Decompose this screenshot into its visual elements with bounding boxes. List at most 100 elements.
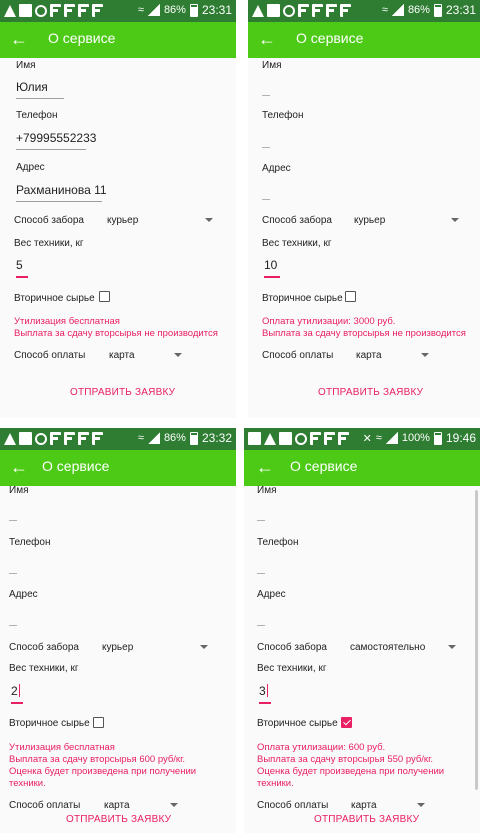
- wifi-icon: ≈: [375, 432, 382, 444]
- phone-field[interactable]: +79995552233: [16, 131, 96, 150]
- payment-label: Способ оплаты: [257, 800, 329, 811]
- warning-icon: [264, 432, 276, 445]
- chevron-down-icon[interactable]: [170, 803, 178, 807]
- payment-select[interactable]: карта: [109, 350, 135, 361]
- app-bar: ← О сервисе: [0, 450, 236, 486]
- app-f-icon: [64, 4, 75, 17]
- screenshot-collage: ≈86% 23:31 ← О сервисе Имя Юлия Телефон +…: [0, 0, 480, 833]
- address-field[interactable]: Рахманинова 11: [16, 183, 107, 202]
- phone-field[interactable]: [9, 573, 17, 574]
- signal-icon: [391, 4, 404, 16]
- address-field[interactable]: [257, 625, 265, 626]
- app-f-icon: [92, 432, 103, 445]
- app-bar: ← О сервисе: [244, 450, 480, 486]
- secondary-label: Вторичное сырье: [257, 718, 338, 729]
- clock: 23:31: [201, 3, 232, 17]
- weight-field[interactable]: 3: [259, 684, 271, 704]
- status-bar: ✕ ≈100% 19:46: [244, 428, 480, 450]
- sync-icon: [35, 432, 47, 445]
- pickup-label: Способ забора: [262, 215, 332, 226]
- status-bar: ≈86% 23:32: [0, 428, 236, 450]
- secondary-checkbox[interactable]: [99, 291, 110, 302]
- submit-button[interactable]: ОТПРАВИТЬ ЗАЯВКУ: [66, 814, 171, 825]
- back-arrow-icon[interactable]: ←: [10, 27, 28, 51]
- phone-field[interactable]: [257, 573, 265, 574]
- address-label: Адрес: [262, 163, 291, 174]
- secondary-checkbox[interactable]: [93, 717, 104, 728]
- weight-label: Вес техники, кг: [257, 663, 327, 674]
- chevron-down-icon[interactable]: [205, 218, 213, 222]
- chevron-down-icon[interactable]: [451, 218, 459, 222]
- battery-percent: 86%: [163, 4, 186, 16]
- chevron-down-icon[interactable]: [174, 353, 182, 357]
- status-bar: ≈86% 23:31: [0, 0, 236, 22]
- phone-field[interactable]: [262, 147, 270, 148]
- warning-icon: [4, 432, 16, 445]
- status-message: Оценка будет произведена при получении: [257, 766, 445, 777]
- signal-icon: [385, 432, 398, 444]
- payment-label: Способ оплаты: [14, 350, 86, 361]
- screen-3: ≈86% 23:32 ← О сервисе Имя Телефон Адрес …: [0, 428, 236, 833]
- sync-icon: [295, 432, 307, 445]
- page-title: О сервисе: [48, 30, 116, 46]
- payment-select[interactable]: карта: [351, 800, 377, 811]
- app-f-icon: [78, 432, 89, 445]
- chevron-down-icon[interactable]: [448, 645, 456, 649]
- battery-icon: [433, 431, 442, 445]
- name-field[interactable]: Юлия: [16, 80, 64, 99]
- weight-field[interactable]: 2: [11, 684, 23, 704]
- clock: 19:46: [445, 431, 476, 445]
- back-arrow-icon[interactable]: ←: [258, 27, 276, 51]
- weight-field[interactable]: 5: [16, 258, 28, 278]
- status-message: техники.: [9, 778, 46, 789]
- chevron-down-icon[interactable]: [200, 645, 208, 649]
- payment-select[interactable]: карта: [104, 800, 130, 811]
- app-f-icon: [338, 432, 349, 445]
- name-field[interactable]: [262, 95, 270, 96]
- wifi-icon: ≈: [137, 432, 144, 444]
- name-field[interactable]: [257, 520, 265, 521]
- address-field[interactable]: [262, 199, 270, 200]
- battery-icon: [433, 3, 442, 17]
- pickup-label: Способ забора: [257, 642, 327, 653]
- secondary-checkbox-checked[interactable]: [341, 717, 352, 728]
- name-field[interactable]: [9, 520, 17, 521]
- battery-icon: [189, 431, 198, 445]
- signal-icon: [147, 4, 160, 16]
- chevron-down-icon[interactable]: [417, 803, 425, 807]
- secondary-checkbox[interactable]: [345, 291, 356, 302]
- submit-button[interactable]: ОТПРАВИТЬ ЗАЯВКУ: [314, 814, 419, 825]
- clock: 23:32: [201, 431, 232, 445]
- address-label: Адрес: [16, 162, 45, 173]
- image-icon: [267, 4, 280, 17]
- chevron-down-icon[interactable]: [421, 353, 429, 357]
- battery-percent: 86%: [163, 432, 186, 444]
- text-cursor: [18, 684, 20, 697]
- pickup-label: Способ забора: [14, 215, 84, 226]
- address-field[interactable]: [9, 625, 17, 626]
- pickup-select[interactable]: курьер: [107, 215, 138, 226]
- address-label: Адрес: [9, 589, 38, 600]
- app-f-icon: [92, 4, 103, 17]
- status-bar: ≈86% 23:31: [248, 0, 480, 22]
- pickup-select[interactable]: курьер: [102, 642, 133, 653]
- status-message: Оценка будет произведена при получении: [9, 766, 197, 777]
- submit-button[interactable]: ОТПРАВИТЬ ЗАЯВКУ: [318, 387, 423, 398]
- status-message: Утилизация бесплатная: [9, 742, 115, 753]
- status-message: Оплата утилизации: 600 руб.: [257, 742, 386, 753]
- screen-1: ≈86% 23:31 ← О сервисе Имя Юлия Телефон +…: [0, 0, 236, 418]
- weight-field[interactable]: 10: [264, 258, 280, 278]
- mute-icon: ✕: [362, 432, 372, 445]
- pickup-select[interactable]: самостоятельно: [350, 642, 425, 653]
- payment-select[interactable]: карта: [356, 350, 382, 361]
- submit-button[interactable]: ОТПРАВИТЬ ЗАЯВКУ: [70, 387, 175, 398]
- back-arrow-icon[interactable]: ←: [256, 455, 274, 479]
- status-message: Выплата за сдачу вторсырья 550 руб/кг.: [257, 754, 434, 765]
- status-message: Утилизация бесплатная: [14, 316, 120, 327]
- warning-icon: [4, 4, 16, 17]
- pickup-select[interactable]: курьер: [354, 215, 385, 226]
- weight-label: Вес техники, кг: [262, 238, 332, 249]
- pickup-label: Способ забора: [9, 642, 79, 653]
- back-arrow-icon[interactable]: ←: [10, 455, 28, 479]
- wifi-icon: ≈: [381, 4, 388, 16]
